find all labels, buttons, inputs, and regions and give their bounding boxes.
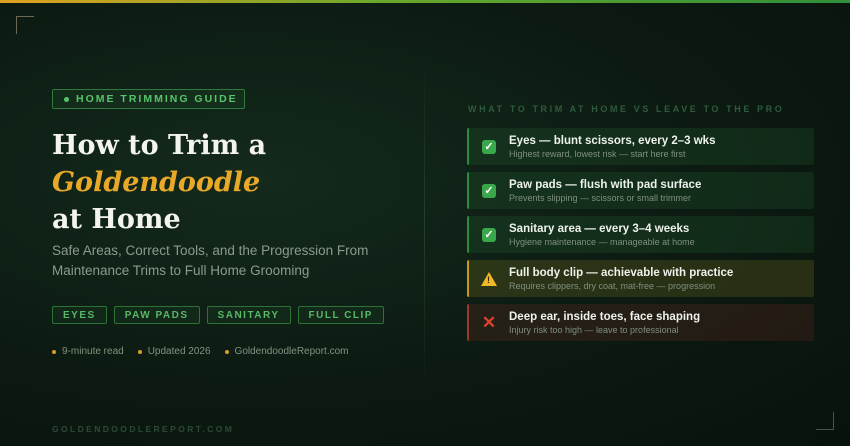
panel-heading: WHAT TO TRIM AT HOME VS LEAVE TO THE PRO — [468, 104, 785, 114]
list-item-title: Deep ear, inside toes, face shaping — [509, 310, 701, 323]
meta-read-time: 9-minute read — [52, 346, 124, 357]
tag-eyes: EYES — [52, 306, 107, 324]
meta-read-time-label: 9-minute read — [62, 346, 124, 357]
check-icon: ✓ — [481, 183, 497, 199]
corner-bracket-top-left — [16, 16, 34, 34]
tag-full-clip: FULL CLIP — [297, 306, 384, 324]
title-line-3: at Home — [52, 204, 181, 235]
list-item-subtitle: Highest reward, lowest risk — start here… — [509, 148, 686, 159]
bullet-icon — [224, 349, 229, 354]
topic-tags: EYES PAW PADS SANITARY FULL CLIP — [52, 306, 384, 324]
title-accent: Goldendoodle — [52, 167, 261, 198]
check-icon: ✓ — [481, 227, 497, 243]
list-item-title: Sanitary area — every 3–4 weeks — [509, 222, 690, 235]
article-meta: 9-minute read Updated 2026 GoldendoodleR… — [52, 346, 349, 357]
top-accent-bar — [0, 0, 850, 3]
list-item-subtitle: Requires clippers, dry coat, mat-free — … — [509, 280, 716, 291]
bullet-icon — [52, 349, 56, 354]
trim-list: ✓ Eyes — blunt scissors, every 2–3 wks H… — [467, 128, 814, 348]
meta-updated-label: Updated 2026 — [147, 346, 211, 357]
list-item: ✕ Deep ear, inside toes, face shaping In… — [467, 304, 814, 341]
page-title: How to Trim a Goldendoodle at Home — [52, 127, 392, 238]
meta-updated: Updated 2026 — [137, 346, 211, 357]
kicker-dot-icon — [64, 96, 69, 102]
footer-site: GOLDENDOODLEREPORT.COM — [52, 424, 235, 434]
list-item: ✓ Paw pads — flush with pad surface Prev… — [467, 172, 814, 209]
corner-bracket-bottom-right — [816, 412, 834, 430]
warning-icon: ! — [481, 271, 497, 287]
title-line-1: How to Trim a — [52, 130, 267, 161]
kicker-badge: HOME TRIMMING GUIDE — [52, 89, 245, 109]
list-item-title: Full body clip — achievable with practic… — [509, 266, 734, 279]
bullet-icon — [137, 349, 142, 354]
meta-site-label: GoldendoodleReport.com — [234, 346, 349, 357]
column-divider — [424, 60, 425, 390]
meta-site: GoldendoodleReport.com — [224, 346, 349, 357]
check-icon: ✓ — [481, 139, 497, 155]
kicker-label: HOME TRIMMING GUIDE — [76, 93, 238, 105]
tag-sanitary: SANITARY — [206, 306, 291, 324]
list-item: ✓ Eyes — blunt scissors, every 2–3 wks H… — [467, 128, 814, 165]
list-item-subtitle: Prevents slipping — scissors or small tr… — [509, 192, 692, 203]
list-item-title: Eyes — blunt scissors, every 2–3 wks — [509, 134, 716, 147]
list-item: ! Full body clip — achievable with pract… — [467, 260, 814, 297]
tag-paw-pads: PAW PADS — [113, 306, 200, 324]
list-item-subtitle: Injury risk too high — leave to professi… — [509, 324, 679, 335]
list-item-title: Paw pads — flush with pad surface — [509, 178, 702, 191]
page-subtitle: Safe Areas, Correct Tools, and the Progr… — [52, 243, 369, 278]
cross-icon: ✕ — [481, 312, 497, 332]
list-item: ✓ Sanitary area — every 3–4 weeks Hygien… — [467, 216, 814, 253]
list-item-subtitle: Hygiene maintenance — manageable at home — [509, 236, 695, 247]
